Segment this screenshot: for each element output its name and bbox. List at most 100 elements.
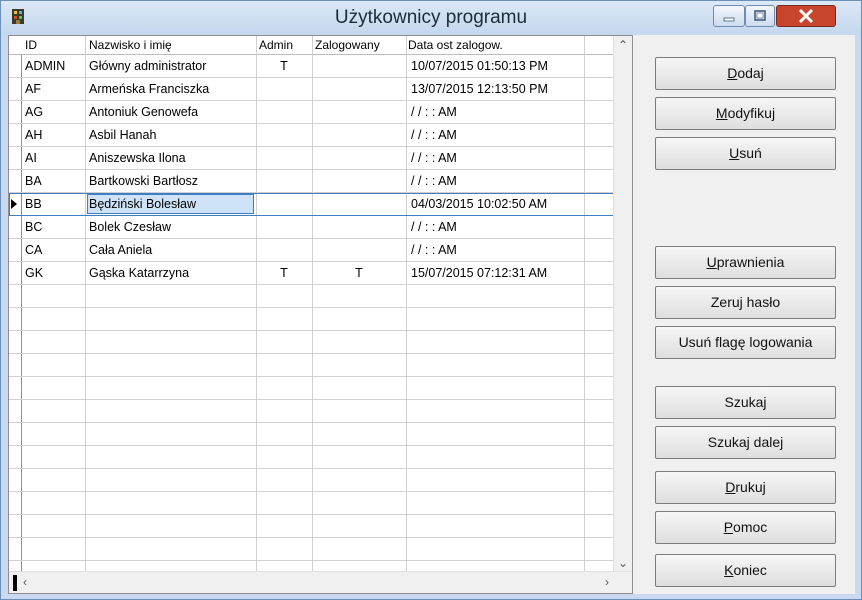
cell-name[interactable]: Bartkowski Bartłosz [89,170,254,192]
table-row[interactable] [9,492,615,515]
table-row[interactable]: AF Armeńska Franciszka 13/07/2015 12:13:50… [9,78,615,101]
cell-last-login[interactable]: / / : : AM [411,101,583,123]
cell-name[interactable]: Będziński Bolesław [89,193,254,215]
table-row[interactable] [9,446,615,469]
table-row[interactable]: BB Będziński Bolesław 04/03/2015 10:02:50 … [9,193,615,216]
reset-password-button[interactable]: Zeruj hasło [655,286,836,319]
cell-admin[interactable] [257,147,311,169]
cell-admin[interactable] [257,101,311,123]
cell-admin[interactable] [257,239,311,261]
cell-logged[interactable] [313,124,405,146]
cell-logged[interactable] [313,147,405,169]
cell-id[interactable]: CA [25,239,83,261]
header-name[interactable]: Nazwisko i imię [89,38,172,52]
cell-logged[interactable] [313,78,405,100]
close-button[interactable] [776,5,836,27]
scroll-right-icon[interactable]: › [605,575,609,589]
cell-id[interactable]: BB [25,193,83,215]
delete-button[interactable]: Usuń [655,137,836,170]
cell-last-login[interactable]: 04/03/2015 10:02:50 AM [411,193,583,215]
cell-admin[interactable] [257,78,311,100]
cell-logged[interactable] [313,101,405,123]
table-row[interactable]: AI Aniszewska Ilona / / : : AM [9,147,615,170]
table-row[interactable]: ADMIN Główny administrator T 10/07/2015 01:… [9,55,615,78]
header-last-login[interactable]: Data ost zalogow. [408,38,503,52]
scroll-down-icon[interactable]: ⌄ [618,556,628,570]
table-row[interactable] [9,423,615,446]
cell-id[interactable]: BC [25,216,83,238]
vertical-scrollbar[interactable]: ⌃ ⌄ [613,36,632,572]
cell-last-login[interactable]: / / : : AM [411,216,583,238]
scroll-up-icon[interactable]: ⌃ [618,38,628,52]
cell-admin[interactable] [257,170,311,192]
cell-last-login[interactable]: 15/07/2015 07:12:31 AM [411,262,583,284]
title-bar[interactable]: Użytkownicy programu [1,1,861,35]
table-row[interactable] [9,308,615,331]
cell-logged[interactable] [313,193,405,215]
cell-id[interactable]: BA [25,170,83,192]
table-row[interactable] [9,469,615,492]
cell-last-login[interactable]: 10/07/2015 01:50:13 PM [411,55,583,77]
cell-logged[interactable] [313,216,405,238]
cell-name[interactable]: Aniszewska Ilona [89,147,254,169]
cell-admin[interactable] [257,124,311,146]
cell-logged[interactable]: T [313,262,405,284]
cell-logged[interactable] [313,55,405,77]
cell-name[interactable]: Antoniuk Genowefa [89,101,254,123]
table-row[interactable] [9,285,615,308]
cell-id[interactable]: AF [25,78,83,100]
cell-logged[interactable] [313,239,405,261]
cell-logged[interactable] [313,170,405,192]
cell-id[interactable]: GK [25,262,83,284]
cell-name[interactable]: Armeńska Franciszka [89,78,254,100]
table-row[interactable] [9,400,615,423]
scroll-left-icon[interactable]: ‹ [23,575,27,589]
cell-last-login[interactable]: / / : : AM [411,124,583,146]
horizontal-scroll-thumb[interactable] [13,575,17,591]
table-row[interactable]: GK Gąska Katarrzyna T T 15/07/2015 07:12:31 … [9,262,615,285]
cell-admin[interactable]: T [257,55,311,77]
table-row[interactable]: AH Asbil Hanah / / : : AM [9,124,615,147]
exit-button[interactable]: Koniec [655,554,836,587]
cell-id[interactable]: AH [25,124,83,146]
maximize-button[interactable] [745,5,775,27]
table-row[interactable] [9,538,615,561]
permissions-button[interactable]: Uprawnienia [655,246,836,279]
cell-name[interactable]: Asbil Hanah [89,124,254,146]
users-grid[interactable]: ID Nazwisko i imię Admin Zalogowany Data… [8,35,633,594]
table-row[interactable]: AG Antoniuk Genowefa / / : : AM [9,101,615,124]
cell-name[interactable]: Cała Aniela [89,239,254,261]
cell-name[interactable]: Główny administrator [89,55,254,77]
help-button[interactable]: Pomoc [655,511,836,544]
clear-login-flag-button[interactable]: Usuń flagę logowania [655,326,836,359]
horizontal-scrollbar[interactable]: ‹ › [9,571,632,593]
cell-admin[interactable]: T [257,262,311,284]
minimize-button[interactable] [713,5,745,27]
table-row[interactable] [9,515,615,538]
cell-name[interactable]: Bolek Czesław [89,216,254,238]
cell-id[interactable]: AI [25,147,83,169]
header-logged[interactable]: Zalogowany [315,38,380,52]
table-row[interactable] [9,354,615,377]
cell-admin[interactable] [257,216,311,238]
header-id[interactable]: ID [25,38,37,52]
header-admin[interactable]: Admin [259,38,293,52]
cell-id[interactable]: AG [25,101,83,123]
cell-id[interactable]: ADMIN [25,55,83,77]
print-button[interactable]: Drukuj [655,471,836,504]
table-row[interactable]: BA Bartkowski Bartłosz / / : : AM [9,170,615,193]
table-row[interactable] [9,377,615,400]
table-row[interactable]: CA Cała Aniela / / : : AM [9,239,615,262]
cell-last-login[interactable]: / / : : AM [411,147,583,169]
table-row[interactable]: BC Bolek Czesław / / : : AM [9,216,615,239]
search-button[interactable]: Szukaj [655,386,836,419]
cell-name[interactable]: Gąska Katarrzyna [89,262,254,284]
search-next-button[interactable]: Szukaj dalej [655,426,836,459]
cell-last-login[interactable]: / / : : AM [411,170,583,192]
modify-button[interactable]: Modyfikuj [655,97,836,130]
cell-last-login[interactable]: / / : : AM [411,239,583,261]
cell-admin[interactable] [257,193,311,215]
table-row[interactable] [9,331,615,354]
cell-last-login[interactable]: 13/07/2015 12:13:50 PM [411,78,583,100]
add-button[interactable]: Dodaj [655,57,836,90]
